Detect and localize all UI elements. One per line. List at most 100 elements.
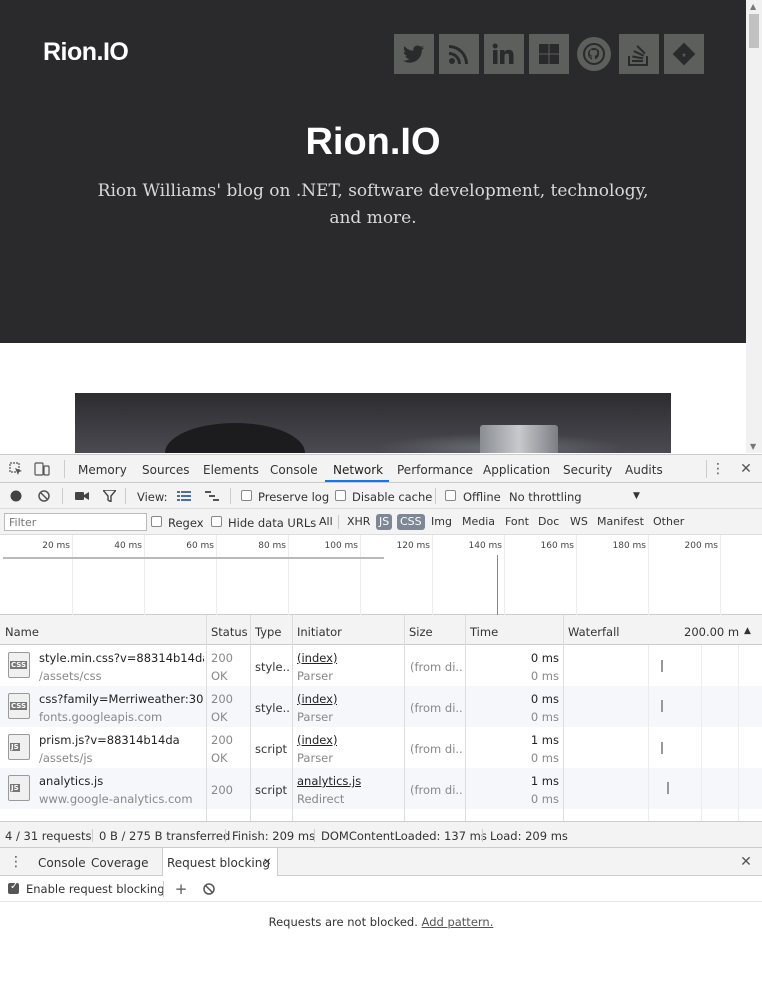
drawer-tab-coverage[interactable]: Coverage xyxy=(91,856,149,870)
scrollbar-thumb[interactable] xyxy=(749,14,759,48)
add-pattern-link[interactable]: Add pattern. xyxy=(422,915,494,929)
twitter-icon[interactable] xyxy=(394,34,434,74)
drawer-menu-icon[interactable]: ⋮ xyxy=(6,852,26,872)
rss-icon[interactable] xyxy=(439,34,479,74)
remove-all-patterns-icon[interactable] xyxy=(199,879,219,899)
timeline-overview[interactable]: 20 ms 40 ms 60 ms 80 ms 100 ms 120 ms 14… xyxy=(0,535,762,615)
filter-type-xhr[interactable]: XHR xyxy=(344,514,373,530)
tab-console[interactable]: Console xyxy=(270,463,318,477)
post-cover-image[interactable] xyxy=(75,393,671,453)
summary-requests: 4 / 31 requests xyxy=(5,829,92,843)
summary-dcl: DOMContentLoaded: 137 ms xyxy=(321,829,487,843)
record-icon[interactable] xyxy=(6,486,26,506)
sort-up-icon[interactable]: ▲ xyxy=(744,626,751,636)
offline-label[interactable]: Offline xyxy=(463,490,501,504)
filter-type-all[interactable]: All xyxy=(316,514,336,530)
filter-type-js[interactable]: JS xyxy=(376,514,393,530)
col-size[interactable]: Size xyxy=(409,625,433,639)
filter-type-font[interactable]: Font xyxy=(502,514,532,530)
site-brand[interactable]: Rion.IO xyxy=(43,38,129,67)
overview-icon[interactable] xyxy=(202,486,222,506)
filter-type-ws[interactable]: WS xyxy=(567,514,591,530)
linkedin-icon[interactable] xyxy=(484,34,524,74)
request-initiator[interactable]: (index) xyxy=(297,692,337,706)
tick-label: 20 ms xyxy=(42,541,70,551)
hide-data-urls-label[interactable]: Hide data URLs xyxy=(228,516,316,530)
throttling-select[interactable]: No throttling xyxy=(509,490,582,504)
filter-type-img[interactable]: Img xyxy=(428,514,455,530)
more-options-icon[interactable]: ⋮ xyxy=(708,459,728,479)
col-time[interactable]: Time xyxy=(470,625,498,639)
github-icon[interactable] xyxy=(574,34,614,74)
requests-table-header: Name Status Type Initiator Size Time Wat… xyxy=(0,615,762,645)
close-drawer-icon[interactable]: ✕ xyxy=(736,852,756,872)
waterfall-scale: 200.00 m xyxy=(684,625,740,639)
tab-performance[interactable]: Performance xyxy=(397,463,473,477)
drawer-tab-request-blocking[interactable]: Request blocking xyxy=(167,856,270,870)
tab-application[interactable]: Application xyxy=(483,463,550,477)
device-toolbar-icon[interactable] xyxy=(32,459,52,479)
request-initiator[interactable]: (index) xyxy=(297,733,337,747)
filter-input[interactable] xyxy=(4,513,147,531)
scroll-up-icon[interactable]: ▲ xyxy=(750,2,756,11)
inspect-element-icon[interactable] xyxy=(6,459,26,479)
request-blocking-toolbar: Enable request blocking + xyxy=(0,876,762,902)
request-initiator[interactable]: (index) xyxy=(297,651,337,665)
col-name[interactable]: Name xyxy=(5,625,39,639)
enable-request-blocking-label[interactable]: Enable request blocking xyxy=(26,882,165,896)
stackoverflow-icon[interactable] xyxy=(619,34,659,74)
summary-load: Load: 209 ms xyxy=(490,829,568,843)
preserve-log-checkbox[interactable] xyxy=(241,490,252,501)
filter-type-media[interactable]: Media xyxy=(459,514,498,530)
col-initiator[interactable]: Initiator xyxy=(297,625,342,639)
request-latency: 0 ms xyxy=(530,669,559,683)
badge-icon[interactable]: ★ xyxy=(664,34,704,74)
regex-checkbox[interactable] xyxy=(151,516,162,527)
tab-audits[interactable]: Audits xyxy=(625,463,663,477)
filter-type-css[interactable]: CSS xyxy=(397,514,425,530)
summary-finish: Finish: 209 ms xyxy=(232,829,316,843)
tab-network[interactable]: Network xyxy=(333,463,383,477)
request-latency: 0 ms xyxy=(530,710,559,724)
request-status-text: OK xyxy=(211,751,228,765)
regex-label[interactable]: Regex xyxy=(168,516,204,530)
request-name[interactable]: analytics.js xyxy=(39,774,204,788)
preserve-log-label[interactable]: Preserve log xyxy=(258,490,329,504)
request-type: style... xyxy=(255,660,291,674)
tab-sources[interactable]: Sources xyxy=(142,463,189,477)
tab-memory[interactable]: Memory xyxy=(78,463,127,477)
hero-subtitle: Rion Williams' blog on .NET, software de… xyxy=(97,181,649,228)
col-status[interactable]: Status xyxy=(211,625,248,639)
filter-type-doc[interactable]: Doc xyxy=(535,514,562,530)
request-name[interactable]: css?family=Merriweather:300... xyxy=(39,692,204,706)
scroll-down-icon[interactable]: ▼ xyxy=(750,442,756,451)
enable-request-blocking-checkbox[interactable] xyxy=(8,881,19,894)
drawer-tab-console[interactable]: Console xyxy=(38,856,86,870)
large-rows-icon[interactable] xyxy=(174,486,194,506)
close-devtools-icon[interactable]: ✕ xyxy=(736,459,756,479)
request-initiator[interactable]: analytics.js xyxy=(297,774,361,788)
clear-icon[interactable] xyxy=(34,486,54,506)
col-waterfall[interactable]: Waterfall xyxy=(568,625,619,639)
windows-icon[interactable] xyxy=(529,34,569,74)
filter-type-other[interactable]: Other xyxy=(650,514,687,530)
offline-checkbox[interactable] xyxy=(445,490,456,501)
tick-label: 40 ms xyxy=(114,541,142,551)
tab-elements[interactable]: Elements xyxy=(203,463,259,477)
request-name[interactable]: prism.js?v=88314b14da xyxy=(39,733,204,747)
close-tab-icon[interactable]: ✕ xyxy=(263,857,271,868)
tab-security[interactable]: Security xyxy=(563,463,612,477)
filter-icon[interactable] xyxy=(99,486,119,506)
chevron-down-icon[interactable]: ▼ xyxy=(633,491,640,501)
request-time: 1 ms xyxy=(530,733,559,747)
col-type[interactable]: Type xyxy=(255,625,281,639)
disable-cache-checkbox[interactable] xyxy=(335,490,346,501)
filter-type-manifest[interactable]: Manifest xyxy=(594,514,647,530)
capture-screenshots-icon[interactable] xyxy=(72,486,92,506)
disable-cache-label[interactable]: Disable cache xyxy=(352,490,432,504)
page-scrollbar[interactable]: ▲ ▼ xyxy=(746,0,762,453)
request-name[interactable]: style.min.css?v=88314b14da xyxy=(39,651,204,665)
waterfall-bar xyxy=(661,742,663,754)
hide-data-urls-checkbox[interactable] xyxy=(211,516,222,527)
add-pattern-icon[interactable]: + xyxy=(171,879,191,899)
